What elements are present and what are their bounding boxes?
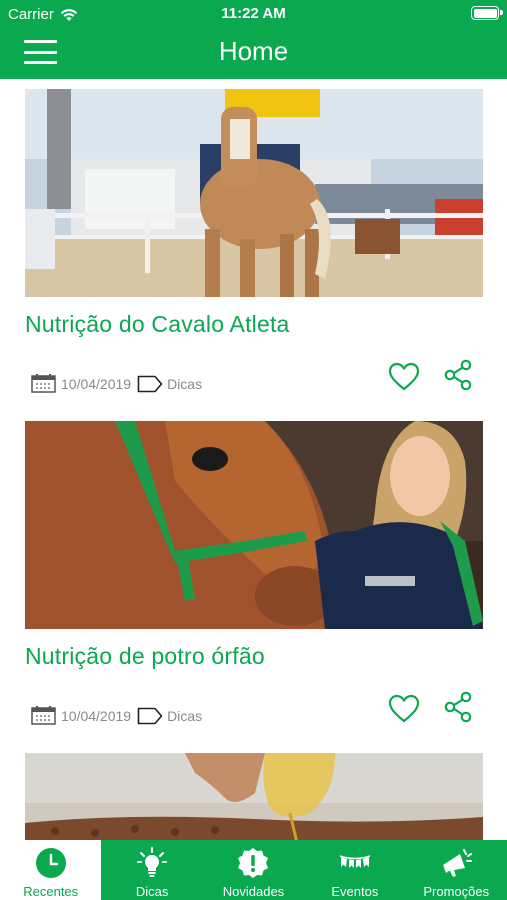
post-title[interactable]: Nutrição de potro órfão <box>25 643 483 670</box>
tab-bar: Recentes Dicas Novidades Eventos Promoçõ… <box>0 840 507 900</box>
tab-promocoes[interactable]: Promoções <box>406 840 507 900</box>
tab-dicas[interactable]: Dicas <box>101 840 202 900</box>
share-icon[interactable] <box>444 359 472 391</box>
post-category[interactable]: Dicas <box>167 376 202 392</box>
tab-eventos[interactable]: Eventos <box>304 840 405 900</box>
tab-label: Eventos <box>331 884 379 899</box>
post-meta: 10/04/2019 Dicas <box>25 359 483 406</box>
page-title: Home <box>218 36 289 66</box>
post-meta: 10/04/2019 Dicas <box>25 691 483 738</box>
heart-icon[interactable] <box>388 694 420 724</box>
share-icon[interactable] <box>444 691 472 723</box>
status-bar: Carrier 11:22 AM <box>0 0 507 28</box>
lightbulb-icon <box>137 847 168 877</box>
calendar-icon <box>31 374 56 393</box>
post-card[interactable]: Nutrição do Cavalo Atleta 10/04/2019 Dic… <box>25 89 483 406</box>
tab-label: Recentes <box>23 884 79 899</box>
tab-label: Promoções <box>423 884 490 899</box>
post-date: 10/04/2019 <box>61 375 132 392</box>
app-screen: Carrier 11:22 AM Home Nutrição do Cavalo… <box>0 0 507 900</box>
tab-novidades[interactable]: Novidades <box>203 840 304 900</box>
post-card[interactable] <box>25 753 483 840</box>
status-time: 11:22 AM <box>221 5 286 22</box>
tag-icon <box>137 707 163 724</box>
bunting-icon <box>339 855 371 868</box>
post-feed[interactable]: Nutrição do Cavalo Atleta 10/04/2019 Dic… <box>0 79 507 840</box>
top-bar: Carrier 11:22 AM Home <box>0 0 507 79</box>
post-card[interactable]: Nutrição de potro órfão 10/04/2019 Dicas <box>25 421 483 738</box>
post-image[interactable] <box>25 421 483 629</box>
post-category[interactable]: Dicas <box>167 708 202 724</box>
alert-badge-icon <box>238 848 269 878</box>
nav-bar: Home <box>0 28 507 79</box>
tab-recentes[interactable]: Recentes <box>0 840 102 900</box>
heart-icon[interactable] <box>388 362 420 392</box>
post-image[interactable] <box>25 753 483 840</box>
post-meta-info: 10/04/2019 Dicas <box>31 706 202 725</box>
tab-label: Dicas <box>135 884 169 899</box>
post-image[interactable] <box>25 89 483 297</box>
tab-label: Novidades <box>222 884 285 899</box>
tag-icon <box>137 375 163 392</box>
calendar-icon <box>31 706 56 725</box>
clock-icon <box>35 848 66 878</box>
battery-icon <box>471 6 503 20</box>
post-title[interactable]: Nutrição do Cavalo Atleta <box>25 311 483 338</box>
post-date: 10/04/2019 <box>61 707 132 724</box>
megaphone-icon <box>443 849 473 877</box>
post-meta-info: 10/04/2019 Dicas <box>31 374 202 393</box>
